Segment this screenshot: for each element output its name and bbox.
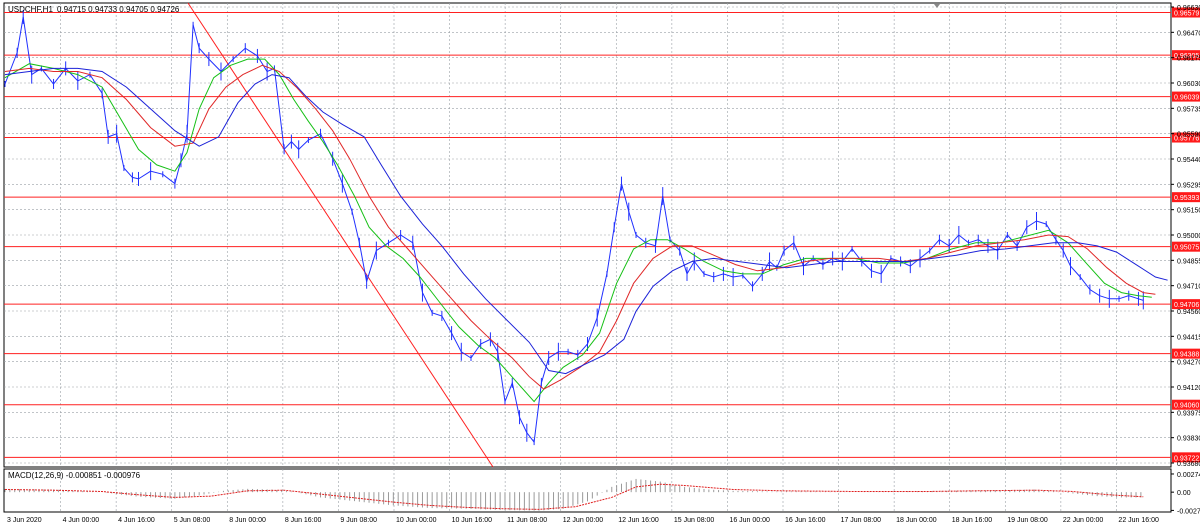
macd-tick-label: 0.00 bbox=[1177, 490, 1191, 497]
level-price-label: 0.94388 bbox=[1174, 352, 1199, 359]
y-tick-label: 0.96630 bbox=[1177, 5, 1200, 12]
x-tick-label: 4 Jun 16:00 bbox=[118, 517, 155, 524]
y-tick-label: 0.93975 bbox=[1177, 410, 1200, 417]
y-tick-label: 0.96175 bbox=[1177, 56, 1200, 63]
chart-canvas: 0.965790.963050.960390.957760.953930.950… bbox=[0, 0, 1200, 527]
x-tick-label: 3 Jun 2020 bbox=[7, 517, 42, 524]
x-tick-label: 17 Jun 08:00 bbox=[841, 517, 882, 524]
x-tick-label: 8 Jun 16:00 bbox=[285, 517, 322, 524]
y-tick-label: 0.94560 bbox=[1177, 309, 1200, 316]
level-price-label: 0.94060 bbox=[1174, 403, 1199, 410]
level-price-label: 0.95075 bbox=[1174, 245, 1199, 252]
x-tick-label: 5 Jun 08:00 bbox=[174, 517, 211, 524]
x-tick-label: 8 Jun 00:00 bbox=[229, 517, 266, 524]
macd-tick-label: -0.002758 bbox=[1177, 508, 1200, 515]
y-tick-label: 0.94415 bbox=[1177, 334, 1200, 341]
x-tick-label: 10 Jun 00:00 bbox=[396, 517, 437, 524]
y-tick-label: 0.95735 bbox=[1177, 106, 1200, 113]
y-tick-label: 0.93830 bbox=[1177, 436, 1200, 443]
x-tick-label: 16 Jun 16:00 bbox=[785, 517, 826, 524]
x-tick-label: 19 Jun 08:00 bbox=[1007, 517, 1048, 524]
y-tick-label: 0.96030 bbox=[1177, 81, 1200, 88]
x-tick-label: 15 Jun 08:00 bbox=[674, 517, 715, 524]
ohlc-values: 0.94715 0.94733 0.94705 0.94726 bbox=[57, 5, 180, 14]
y-tick-label: 0.95150 bbox=[1177, 208, 1200, 215]
macd-tick-label: 0.002748 bbox=[1177, 472, 1200, 479]
y-tick-label: 0.94855 bbox=[1177, 258, 1200, 265]
x-tick-label: 10 Jun 16:00 bbox=[452, 517, 493, 524]
x-tick-label: 18 Jun 00:00 bbox=[896, 517, 937, 524]
x-tick-label: 22 Jun 00:00 bbox=[1063, 517, 1104, 524]
y-tick-label: 0.95000 bbox=[1177, 233, 1200, 240]
y-tick-label: 0.95295 bbox=[1177, 182, 1200, 189]
x-tick-label: 11 Jun 08:00 bbox=[507, 517, 547, 524]
y-tick-label: 0.96470 bbox=[1177, 30, 1200, 37]
time-axis: 3 Jun 2020 4 Jun 00:00 4 Jun 16:00 5 Jun 08… bbox=[7, 517, 1159, 524]
y-tick-label: 0.95440 bbox=[1177, 157, 1200, 164]
level-price-label: 0.96039 bbox=[1174, 95, 1199, 102]
x-tick-label: 22 Jun 16:00 bbox=[1118, 517, 1159, 524]
x-tick-label: 9 Jun 08:00 bbox=[340, 517, 377, 524]
y-tick-label: 0.94270 bbox=[1177, 360, 1200, 367]
x-tick-label: 12 Jun 00:00 bbox=[563, 517, 604, 524]
y-tick-label: 0.95590 bbox=[1177, 132, 1200, 139]
macd-label: MACD(12,26,9) -0.000851 -0.000976 bbox=[8, 471, 141, 480]
x-tick-label: 12 Jun 16:00 bbox=[618, 517, 659, 524]
y-tick-label: 0.94710 bbox=[1177, 284, 1200, 291]
symbol-label: USDCHF,H1 bbox=[8, 5, 53, 14]
x-tick-label: 16 Jun 00:00 bbox=[729, 517, 770, 524]
y-tick-label: 0.93680 bbox=[1177, 461, 1200, 468]
x-tick-label: 18 Jun 16:00 bbox=[952, 517, 993, 524]
x-tick-label: 4 Jun 00:00 bbox=[63, 517, 100, 524]
chart-window: 0.96579 0.96305 0.96039 0.95776 0.95393 0.950… bbox=[0, 0, 1200, 527]
level-price-label: 0.95393 bbox=[1174, 195, 1199, 202]
y-tick-label: 0.94120 bbox=[1177, 385, 1200, 392]
